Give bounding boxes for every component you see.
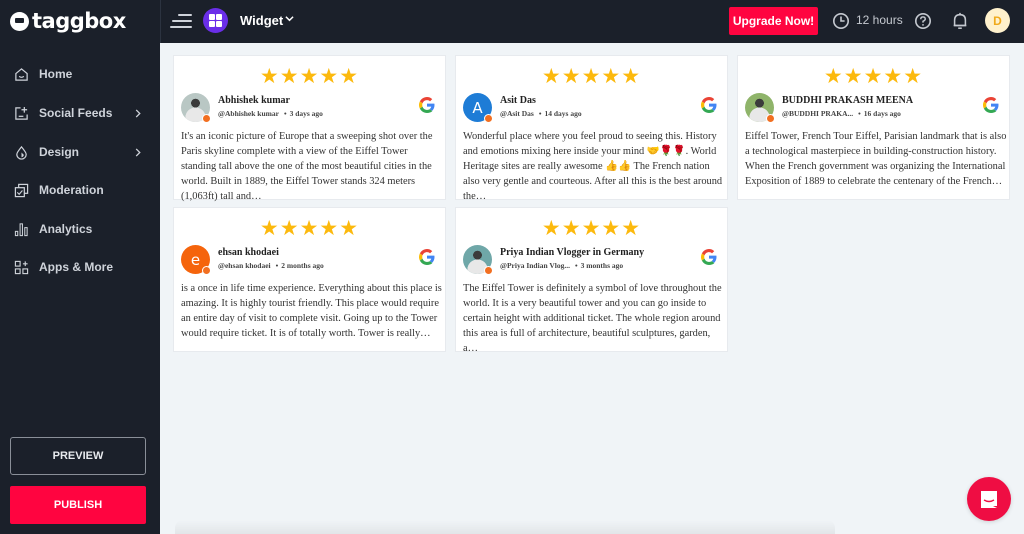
apps-icon — [14, 260, 29, 274]
review-meta: @Asit Das • 14 days ago — [500, 109, 582, 118]
reviewer-handle: @BUDDHI PRAKA... — [782, 109, 854, 118]
review-card[interactable]: ★★★★★ A Asit Das @Asit Das • 14 days ago Wonde… — [455, 55, 728, 202]
google-icon — [701, 249, 717, 265]
publish-button[interactable]: PUBLISH — [10, 486, 146, 524]
separator-dot: • — [538, 109, 542, 118]
sidebar-item-label: Moderation — [39, 183, 104, 197]
sidebar-item-home[interactable]: Home — [0, 59, 160, 89]
upgrade-now-button[interactable]: Upgrade Now! — [729, 7, 818, 35]
review-meta: @BUDDHI PRAKA... • 16 days ago — [782, 109, 901, 118]
chat-support-button[interactable] — [967, 477, 1011, 521]
review-time: 14 days ago — [544, 109, 582, 118]
logo-mark-icon — [10, 11, 29, 31]
droplet-icon — [16, 145, 27, 160]
sidebar-item-moderation[interactable]: Moderation — [0, 175, 160, 205]
separator-dot: • — [275, 261, 279, 270]
sidebar-item-label: Apps & More — [39, 260, 114, 274]
review-card[interactable]: ★★★★★ Priya Indian Vlogger in Germany @Pri… — [455, 207, 728, 354]
reviewer-handle: @ehsan khodaei — [218, 261, 271, 270]
sidebar-item-social-feeds[interactable]: Social Feeds — [0, 98, 160, 128]
review-card[interactable]: ★★★★★ e ehsan khodaei @ehsan khodaei • 2 mont… — [173, 207, 446, 352]
widget-icon[interactable] — [203, 8, 228, 33]
clock-icon — [832, 12, 850, 30]
reviewer-name: ehsan khodaei — [218, 247, 279, 258]
source-badge-icon — [202, 266, 211, 275]
sidebar-item-label: Design — [39, 145, 80, 159]
source-badge-icon — [202, 114, 211, 123]
sidebar-item-label: Home — [39, 67, 73, 81]
sidebar: Home Social Feeds Design Moderation Anal… — [0, 43, 160, 534]
source-badge-icon — [766, 114, 775, 123]
home-icon — [15, 67, 28, 81]
separator-dot: • — [858, 109, 861, 118]
review-meta: @ehsan khodaei • 2 months ago — [218, 261, 324, 270]
logo-text: taggbox — [32, 9, 126, 33]
star-rating: ★★★★★ — [823, 64, 924, 88]
reviewer-name: BUDDHI PRAKASH MEENA — [782, 95, 914, 106]
source-badge-icon — [484, 114, 493, 123]
chevron-right-icon — [135, 147, 141, 157]
star-rating: ★★★★★ — [259, 64, 360, 88]
sidebar-item-design[interactable]: Design — [0, 137, 160, 167]
sidebar-item-label: Analytics — [39, 222, 93, 236]
analytics-icon — [14, 222, 28, 236]
source-badge-icon — [484, 266, 493, 275]
review-meta: @Priya Indian Vlog... • 3 months ago — [500, 261, 623, 270]
notification-bell-icon[interactable] — [951, 11, 969, 31]
topbar-divider — [160, 0, 161, 43]
review-text: is a once in life time experience. Every… — [181, 283, 442, 339]
reviewer-handle: @Abhishek kumar — [218, 109, 279, 118]
star-rating: ★★★★★ — [541, 64, 642, 88]
help-icon[interactable] — [914, 12, 932, 30]
google-icon — [701, 97, 717, 113]
moderation-icon — [14, 183, 29, 197]
scroll-shadow — [175, 520, 835, 534]
widget-selector-label[interactable]: Widget — [240, 13, 283, 28]
chevron-down-icon[interactable] — [285, 14, 294, 23]
sidebar-item-label: Social Feeds — [39, 106, 113, 120]
menu-toggle-icon[interactable] — [170, 12, 192, 30]
sidebar-item-analytics[interactable]: Analytics — [0, 214, 160, 244]
taggbox-logo[interactable]: taggbox — [10, 8, 126, 34]
star-rating: ★★★★★ — [541, 216, 642, 240]
review-text: The Eiffel Tower is definitely a symbol … — [463, 283, 722, 354]
review-time: 2 months ago — [281, 261, 324, 270]
reviewer-handle: @Priya Indian Vlog... — [500, 261, 570, 270]
review-text: Eiffel Tower, French Tour Eiffel, Parisi… — [745, 131, 1007, 187]
chat-icon — [981, 491, 997, 508]
trial-time-remaining: 12 hours — [856, 13, 903, 27]
preview-button[interactable]: PREVIEW — [10, 437, 146, 475]
separator-dot: • — [574, 261, 578, 270]
review-time: 16 days ago — [863, 109, 901, 118]
top-bar: taggbox Widget Upgrade Now! 12 hours D — [0, 0, 1024, 43]
review-time: 3 days ago — [289, 109, 323, 118]
sidebar-item-apps-more[interactable]: Apps & More — [0, 252, 160, 282]
review-meta: @Abhishek kumar • 3 days ago — [218, 109, 323, 118]
review-text: Wonderful place where you feel proud to … — [463, 131, 723, 202]
separator-dot: • — [283, 109, 287, 118]
review-time: 3 months ago — [580, 261, 624, 270]
review-card[interactable]: ★★★★★ Abhishek kumar @Abhishek kumar • 3 day… — [173, 55, 446, 202]
google-icon — [419, 97, 435, 113]
main-content: ★★★★★ Abhishek kumar @Abhishek kumar • 3 day… — [161, 43, 1024, 534]
user-avatar[interactable]: D — [985, 8, 1010, 33]
star-rating: ★★★★★ — [259, 216, 360, 240]
review-text: It's an iconic picture of Europe that a … — [181, 131, 433, 202]
google-icon — [419, 249, 435, 265]
reviewer-name: Priya Indian Vlogger in Germany — [500, 247, 645, 258]
add-feed-icon — [15, 106, 28, 120]
review-card[interactable]: ★★★★★ BUDDHI PRAKASH MEENA @BUDDHI PRAKA..… — [737, 55, 1010, 200]
chevron-right-icon — [135, 108, 141, 118]
reviewer-name: Asit Das — [500, 95, 536, 106]
reviewer-name: Abhishek kumar — [218, 95, 290, 106]
google-icon — [983, 97, 999, 113]
reviewer-handle: @Asit Das — [500, 109, 534, 118]
